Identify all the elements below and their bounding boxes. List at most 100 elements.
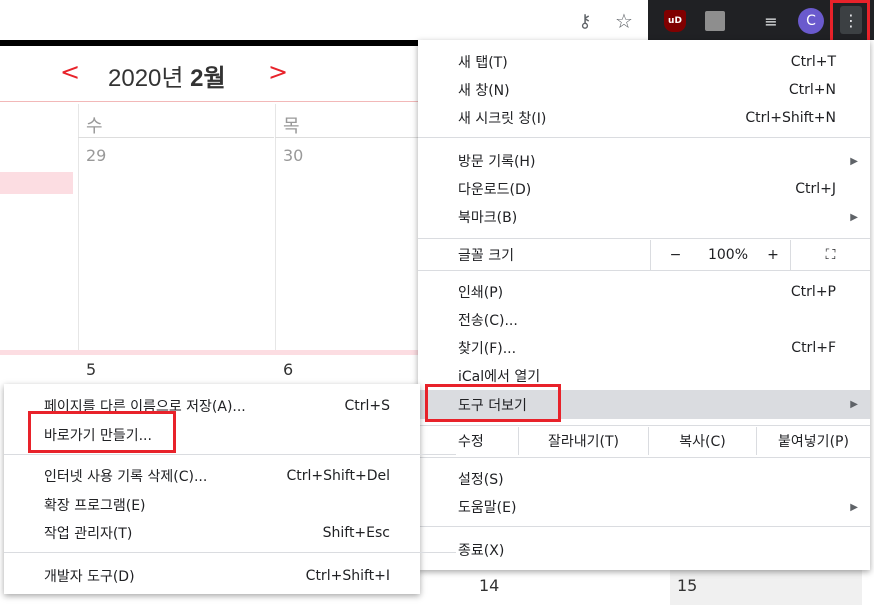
menu-item-shortcut: Ctrl+P — [790, 284, 836, 300]
menu-item-edit: 수정 잘라내기(T) 복사(C) 붙여넣기(P) — [418, 427, 870, 455]
menu-separator — [418, 457, 870, 458]
menu-separator — [418, 238, 870, 239]
day-header-thu: 목 — [283, 116, 300, 137]
menu-item-label: 개발자 도구(D) — [44, 569, 135, 585]
menu-item-save-page-as[interactable]: 페이지를 다른 이름으로 저장(A)... Ctrl+S — [4, 392, 420, 420]
menu-item-incognito[interactable]: 새 시크릿 창(I) Ctrl+Shift+N — [418, 104, 870, 132]
menu-separator — [418, 425, 870, 426]
menu-item-label: 작업 관리자(T) — [44, 526, 133, 542]
ublock-icon[interactable]: uD — [664, 10, 686, 32]
menu-item-label: 글꼴 크기 — [458, 248, 514, 264]
more-tools-submenu: 페이지를 다른 이름으로 저장(A)... Ctrl+S 바로가기 만들기...… — [4, 384, 456, 594]
menu-item-label: 인쇄(P) — [458, 285, 504, 301]
menu-separator — [418, 270, 870, 271]
avatar[interactable]: C — [798, 8, 824, 34]
menu-item-new-tab[interactable]: 새 탭(T) Ctrl+T — [418, 48, 870, 76]
menu-item-shortcut: Ctrl+Shift+Del — [286, 468, 390, 484]
menu-item-label: 페이지를 다른 이름으로 저장(A)... — [44, 399, 246, 415]
menu-item-shortcut: Ctrl+Shift+N — [745, 110, 836, 126]
browser-toolbar: ⚷ ☆ uD ≡ C ⋮ — [0, 0, 874, 46]
menu-item-label: 새 창(N) — [458, 83, 510, 99]
menu-item-new-window[interactable]: 새 창(N) Ctrl+N — [418, 76, 870, 104]
menu-item-zoom: 글꼴 크기 − 100% + ⛶ — [418, 240, 870, 270]
week-divider — [0, 350, 420, 355]
menu-item-shortcut: Ctrl+S — [344, 398, 390, 414]
menu-item-clear-browsing-data[interactable]: 인터넷 사용 기록 삭제(C)... Ctrl+Shift+Del — [4, 462, 420, 490]
menu-item-exit[interactable]: 종료(X) — [418, 536, 870, 564]
column-divider — [78, 104, 79, 354]
menu-item-cast[interactable]: 전송(C)... — [418, 306, 870, 334]
prev-month-button[interactable]: < — [60, 58, 80, 86]
menu-item-ical[interactable]: iCal에서 열기 — [418, 362, 870, 390]
zoom-out-button[interactable]: − — [650, 240, 700, 270]
more-vert-icon[interactable]: ⋮ — [840, 6, 862, 34]
menu-item-label: iCal에서 열기 — [458, 369, 541, 385]
menu-item-label: 도구 더보기 — [458, 397, 527, 414]
key-icon[interactable]: ⚷ — [572, 8, 598, 34]
day-header-wed: 수 — [86, 116, 103, 137]
zoom-value: 100% — [707, 247, 749, 263]
day-header-line — [275, 137, 420, 138]
photo-extension-icon[interactable] — [705, 11, 725, 31]
menu-item-settings[interactable]: 설정(S) — [418, 465, 870, 493]
calendar-nav: < 2020년 2월 > — [0, 46, 420, 102]
menu-item-print[interactable]: 인쇄(P) Ctrl+P — [418, 278, 870, 306]
date-cell-background — [670, 568, 862, 605]
menu-item-label: 설정(S) — [458, 472, 504, 488]
menu-item-shortcut: Ctrl+N — [788, 82, 836, 98]
copy-button[interactable]: 복사(C) — [648, 427, 756, 455]
date-cell[interactable]: 6 — [283, 360, 293, 379]
menu-separator — [418, 526, 870, 527]
zoom-in-button[interactable]: + — [756, 240, 790, 270]
menu-item-label: 수정 — [458, 434, 484, 450]
calendar-title: 2020년 2월 — [108, 58, 226, 93]
menu-item-create-shortcut[interactable]: 바로가기 만들기... — [4, 421, 420, 449]
column-divider — [275, 104, 276, 354]
cut-button[interactable]: 잘라내기(T) — [518, 427, 648, 455]
menu-item-label: 도움말(E) — [458, 500, 517, 516]
menu-item-shortcut: Ctrl+F — [791, 340, 836, 356]
menu-separator — [4, 454, 456, 455]
date-cell[interactable]: 15 — [677, 576, 697, 595]
screen: ⚷ ☆ uD ≡ C ⋮ < 2020년 2월 > 수 목 29 30 5 6 … — [0, 0, 874, 605]
date-cell[interactable]: 29 — [86, 146, 106, 165]
paste-button[interactable]: 붙여넣기(P) — [756, 427, 870, 455]
star-icon[interactable]: ☆ — [611, 8, 637, 34]
menu-item-downloads[interactable]: 다운로드(D) Ctrl+J — [418, 175, 870, 203]
menu-item-label: 북마크(B) — [458, 210, 518, 226]
calendar-year: 2020년 — [108, 65, 191, 92]
submenu-arrow-icon: ▶ — [850, 155, 858, 167]
menu-item-history[interactable]: 방문 기록(H) ▶ — [418, 147, 870, 175]
menu-item-help[interactable]: 도움말(E) ▶ — [418, 493, 870, 521]
menu-item-find[interactable]: 찾기(F)... Ctrl+F — [418, 334, 870, 362]
menu-item-label: 다운로드(D) — [458, 182, 532, 198]
date-cell[interactable]: 5 — [86, 360, 96, 379]
menu-item-shortcut: Ctrl+Shift+I — [305, 568, 390, 584]
calendar-month: 2월 — [190, 65, 226, 92]
menu-item-label: 전송(C)... — [458, 313, 518, 329]
menu-item-label: 방문 기록(H) — [458, 154, 536, 170]
day-header-line — [78, 137, 274, 138]
menu-item-label: 종료(X) — [458, 543, 505, 559]
date-cell[interactable]: 14 — [479, 576, 499, 595]
media-queue-icon[interactable]: ≡ — [758, 8, 784, 34]
menu-item-bookmarks[interactable]: 북마크(B) ▶ — [418, 203, 870, 231]
submenu-arrow-icon: ▶ — [850, 501, 858, 513]
menu-item-label: 찾기(F)... — [458, 341, 517, 357]
menu-item-shortcut: Shift+Esc — [322, 525, 390, 541]
fullscreen-icon[interactable]: ⛶ — [790, 240, 870, 270]
menu-item-task-manager[interactable]: 작업 관리자(T) Shift+Esc — [4, 519, 420, 547]
next-month-button[interactable]: > — [268, 58, 288, 86]
menu-item-shortcut: Ctrl+J — [795, 181, 836, 197]
menu-separator — [4, 552, 456, 553]
event-bar[interactable] — [0, 172, 73, 194]
menu-item-more-tools[interactable]: 도구 더보기 ▶ — [418, 390, 870, 419]
menu-item-extensions[interactable]: 확장 프로그램(E) — [4, 491, 420, 519]
menu-item-label: 바로가기 만들기... — [44, 428, 152, 444]
menu-item-shortcut: Ctrl+T — [790, 54, 836, 70]
menu-item-label: 인터넷 사용 기록 삭제(C)... — [44, 469, 208, 485]
menu-item-developer-tools[interactable]: 개발자 도구(D) Ctrl+Shift+I — [4, 562, 420, 590]
date-cell[interactable]: 30 — [283, 146, 303, 165]
menu-item-label: 새 시크릿 창(I) — [458, 111, 547, 127]
menu-separator — [418, 137, 870, 138]
